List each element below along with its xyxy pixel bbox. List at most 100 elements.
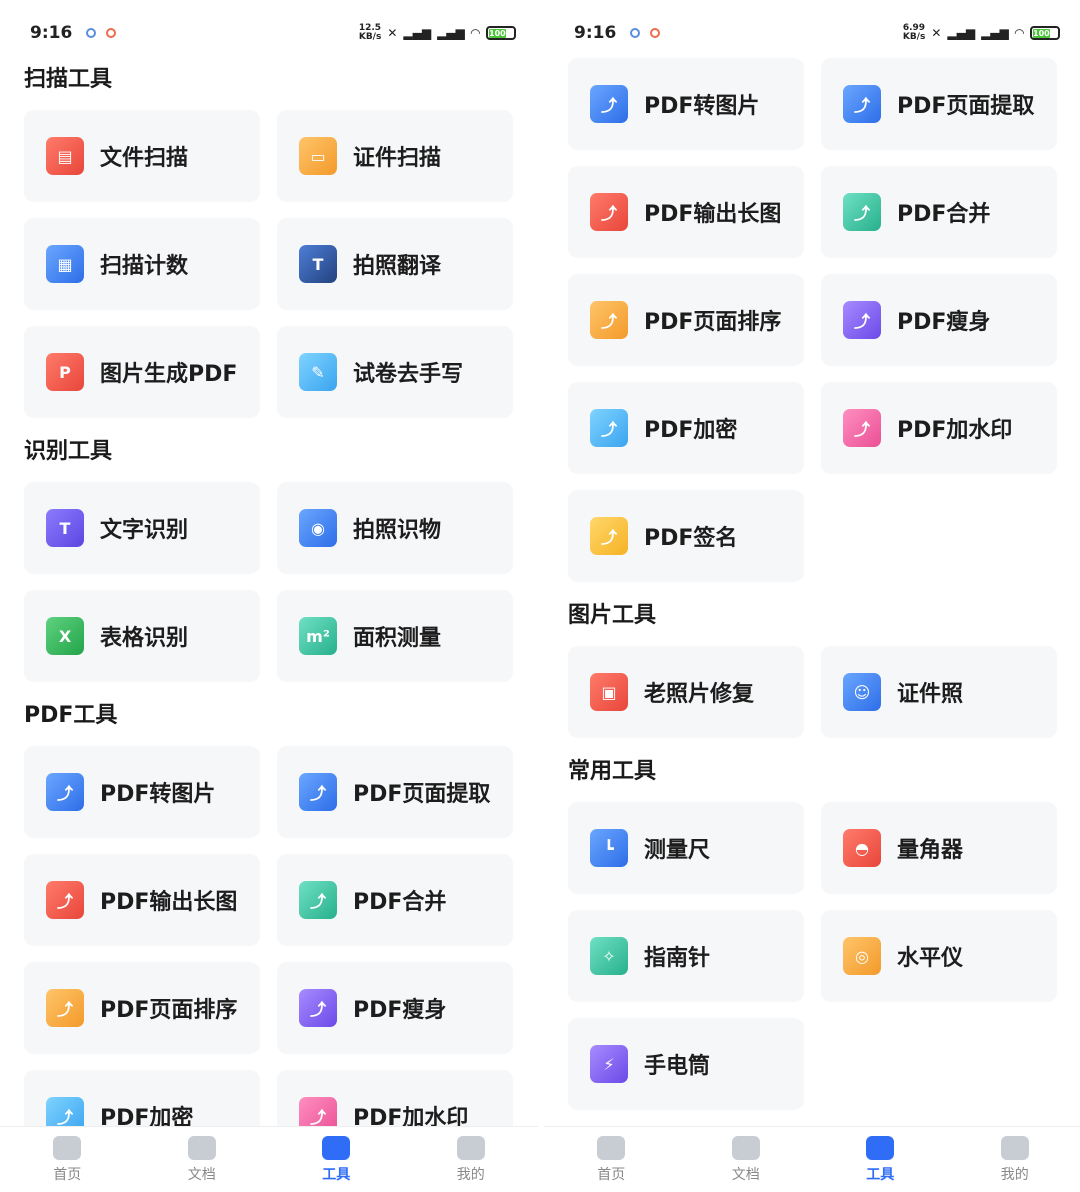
tab-document[interactable]: 文档 <box>679 1127 814 1192</box>
tool-card[interactable]: ✎ 试卷去手写 <box>277 326 513 418</box>
battery-icon: 100 <box>486 26 516 40</box>
tool-card[interactable]: ▦ 扫描计数 <box>24 218 260 310</box>
pdf-sign-icon: ⤴ <box>590 517 628 555</box>
tool-card[interactable]: T 拍照翻译 <box>277 218 513 310</box>
status-time: 9:16 <box>574 23 617 43</box>
tool-card[interactable]: ⤴ PDF瘦身 <box>277 962 513 1054</box>
tool-card[interactable]: ⤴ PDF转图片 <box>24 746 260 838</box>
tool-card[interactable]: X 表格识别 <box>24 590 260 682</box>
tool-label: PDF转图片 <box>644 94 760 119</box>
tool-card[interactable]: ⤴ PDF页面排序 <box>24 962 260 1054</box>
right-screen: 9:16 6.99 KB/s ✕ ▂▄▆ ▂▄▆ ◠ 100 ⤴ PDF转图片 ⤴ P… <box>544 0 1080 1192</box>
notification-dot-icon <box>106 28 117 38</box>
bottom-tab-bar: 首页 文档 工具 我的 <box>0 1126 538 1192</box>
pdf-page-sort-icon: ⤴ <box>590 301 628 339</box>
notification-dot-icon <box>630 28 641 38</box>
tool-card[interactable]: ✧ 指南针 <box>568 910 804 1002</box>
tool-label: PDF瘦身 <box>353 998 447 1023</box>
tool-grid: ▣ 老照片修复 ☺ 证件照 <box>568 646 1058 738</box>
pdf-merge-icon: ⤴ <box>299 881 337 919</box>
status-bar: 9:16 12.5 KB/s ✕ ▂▄▆ ▂▄▆ ◠ 100 <box>30 18 516 48</box>
compass-icon: ✧ <box>590 937 628 975</box>
tool-label: 证件扫描 <box>353 146 442 171</box>
photo-translate-icon: T <box>299 245 337 283</box>
tool-card[interactable]: ☺ 证件照 <box>821 646 1057 738</box>
tool-card[interactable]: ⤴ PDF签名 <box>568 490 804 582</box>
tool-card[interactable]: m² 面积测量 <box>277 590 513 682</box>
exam-remove-handwriting-icon: ✎ <box>299 353 337 391</box>
tab-label: 首页 <box>53 1166 82 1183</box>
profile-icon <box>456 1135 485 1160</box>
tool-label: 拍照翻译 <box>353 254 442 279</box>
tool-card[interactable]: ⤴ PDF页面提取 <box>277 746 513 838</box>
tab-document[interactable]: 文档 <box>135 1127 270 1192</box>
tool-card[interactable]: ⤴ PDF页面提取 <box>821 58 1057 150</box>
tool-card[interactable]: ⤴ PDF合并 <box>821 166 1057 258</box>
tool-label: PDF加密 <box>644 418 738 443</box>
home-icon <box>53 1135 82 1160</box>
tool-card[interactable]: ⤴ PDF合并 <box>277 854 513 946</box>
tab-profile[interactable]: 我的 <box>404 1127 539 1192</box>
pdf-long-image-icon: ⤴ <box>590 193 628 231</box>
tool-card[interactable]: P 图片生成PDF <box>24 326 260 418</box>
pdf-merge-icon: ⤴ <box>843 193 881 231</box>
tool-grid: ▤ 文件扫描 ▭ 证件扫描 ▦ 扫描计数 T 拍照翻译 P 图片生成PDF ✎ 试卷去手写 <box>24 110 514 418</box>
tool-label: 指南针 <box>644 946 711 971</box>
tab-home[interactable]: 首页 <box>0 1127 135 1192</box>
tool-card[interactable]: ▭ 证件扫描 <box>277 110 513 202</box>
tool-card[interactable]: T 文字识别 <box>24 482 260 574</box>
network-speed: 12.5 KB/s <box>358 23 382 42</box>
tool-label: 图片生成PDF <box>100 362 238 387</box>
tool-label: PDF合并 <box>353 890 447 915</box>
signal-icon: ▂▄▆ <box>437 26 465 40</box>
tool-label: 水平仪 <box>897 946 964 971</box>
tool-label: 量角器 <box>897 838 964 863</box>
toolbox-icon <box>322 1135 351 1160</box>
tab-label: 我的 <box>456 1166 485 1183</box>
signal-icon: ▂▄▆ <box>403 26 432 40</box>
tool-card[interactable]: ⤴ PDF瘦身 <box>821 274 1057 366</box>
tab-label: 文档 <box>187 1166 216 1183</box>
image-to-pdf-icon: P <box>46 353 84 391</box>
tool-label: PDF页面排序 <box>644 310 782 335</box>
tool-label: 文字识别 <box>100 518 189 543</box>
tool-card[interactable]: ◎ 水平仪 <box>821 910 1057 1002</box>
tab-toolbox[interactable]: 工具 <box>813 1127 948 1192</box>
tool-label: 试卷去手写 <box>353 362 464 387</box>
pdf-long-image-icon: ⤴ <box>46 881 84 919</box>
tab-home[interactable]: 首页 <box>544 1127 679 1192</box>
tab-toolbox[interactable]: 工具 <box>269 1127 404 1192</box>
tool-card[interactable]: ▤ 文件扫描 <box>24 110 260 202</box>
toolbox-icon <box>866 1135 895 1160</box>
tool-card[interactable]: ⤴ PDF转图片 <box>568 58 804 150</box>
tool-card[interactable]: ⤴ PDF加水印 <box>821 382 1057 474</box>
mute-icon: ✕ <box>387 26 398 40</box>
tool-card[interactable]: ⤴ PDF输出长图 <box>568 166 804 258</box>
tool-card[interactable]: ┗ 测量尺 <box>568 802 804 894</box>
document-icon <box>187 1135 216 1160</box>
tool-card[interactable]: ⤴ PDF页面排序 <box>568 274 804 366</box>
tool-card[interactable]: ▣ 老照片修复 <box>568 646 804 738</box>
ruler-icon: ┗ <box>590 829 628 867</box>
tool-label: 老照片修复 <box>644 682 755 707</box>
tool-label: PDF输出长图 <box>100 890 238 915</box>
tool-card[interactable]: ⚡ 手电筒 <box>568 1018 804 1110</box>
tool-card[interactable]: ◓ 量角器 <box>821 802 1057 894</box>
tool-card[interactable]: ⤴ PDF加密 <box>568 382 804 474</box>
tool-card[interactable]: ⤴ PDF输出长图 <box>24 854 260 946</box>
pdf-encrypt-icon: ⤴ <box>590 409 628 447</box>
old-photo-repair-icon: ▣ <box>590 673 628 711</box>
tool-label: PDF页面提取 <box>897 94 1035 119</box>
tab-profile[interactable]: 我的 <box>948 1127 1080 1192</box>
notification-dot-icon <box>86 28 97 38</box>
section-title: 识别工具 <box>24 439 113 464</box>
id-photo-icon: ☺ <box>843 673 881 711</box>
left-screen: 9:16 12.5 KB/s ✕ ▂▄▆ ▂▄▆ ◠ 100 扫描工具 ▤ 文件扫描… <box>0 0 538 1192</box>
tool-label: 面积测量 <box>353 626 442 651</box>
mute-icon: ✕ <box>931 26 942 40</box>
tool-grid: ⤴ PDF转图片 ⤴ PDF页面提取 ⤴ PDF输出长图 ⤴ PDF合并 ⤴ PDF页面排序 ⤴ PD… <box>24 746 514 1162</box>
profile-icon <box>1000 1135 1029 1160</box>
tool-card[interactable]: ◉ 拍照识物 <box>277 482 513 574</box>
tool-label: PDF合并 <box>897 202 991 227</box>
status-time: 9:16 <box>30 23 73 43</box>
